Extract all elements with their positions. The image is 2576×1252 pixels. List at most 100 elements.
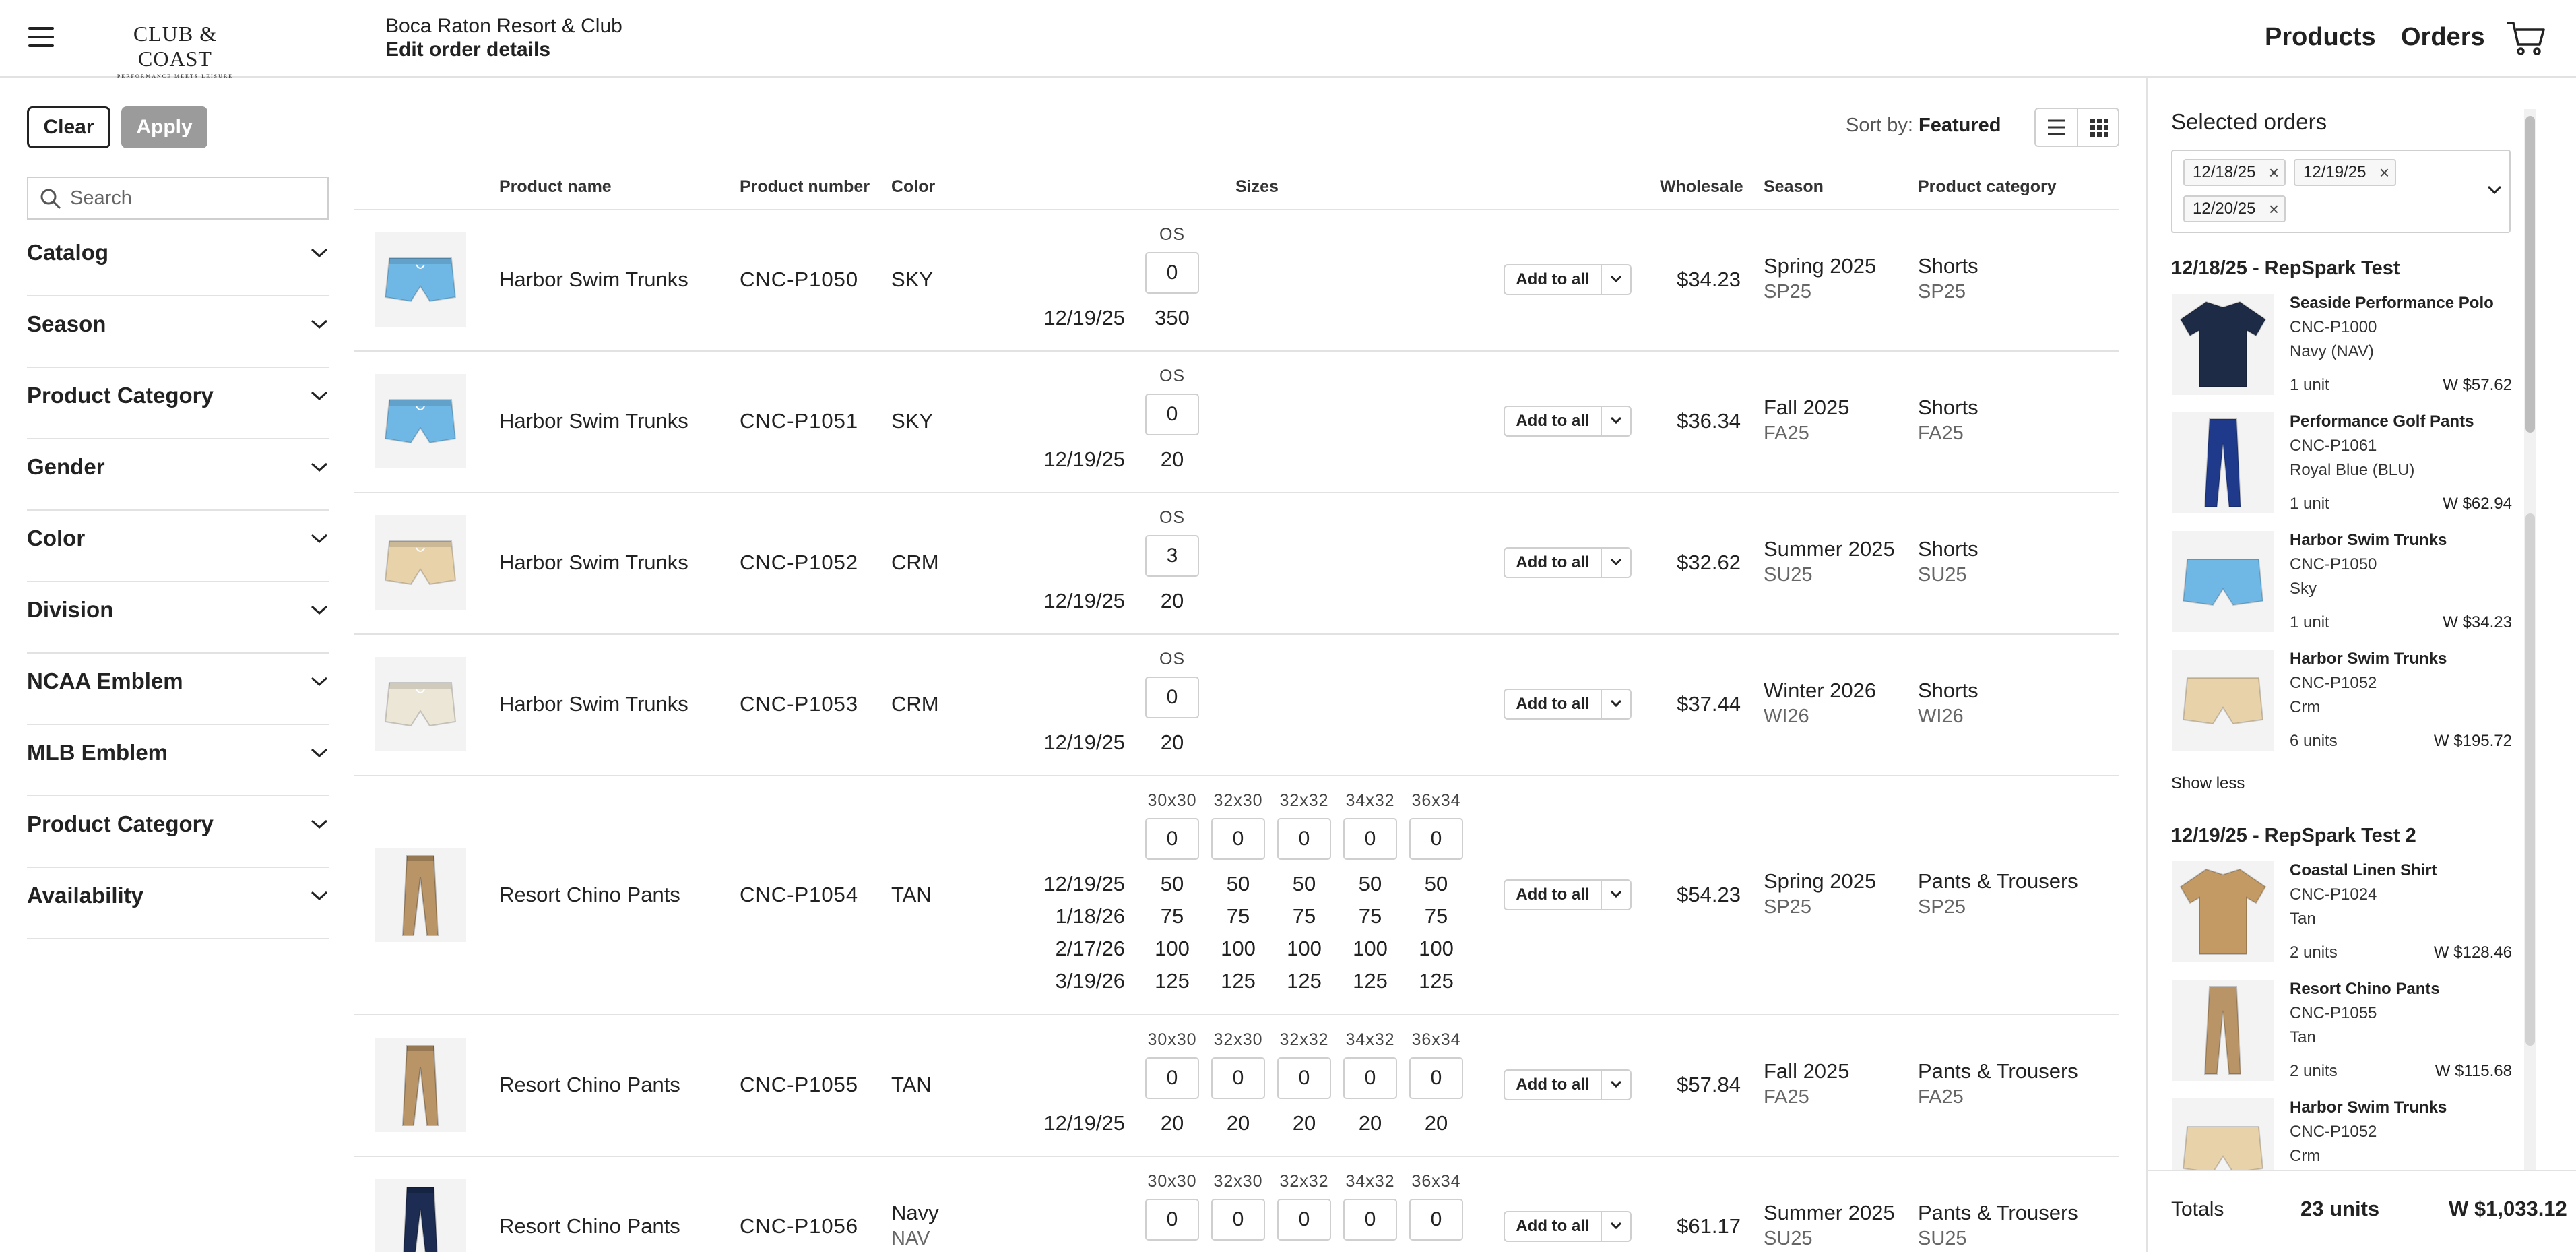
product-thumbnail[interactable] <box>375 1179 466 1252</box>
order-group-title[interactable]: 12/19/25 - RepSpark Test 2 <box>2171 825 2416 847</box>
product-name[interactable]: Resort Chino Pants <box>499 1073 680 1097</box>
product-thumbnail[interactable] <box>375 374 466 468</box>
quantity-input[interactable] <box>1145 1057 1199 1099</box>
facet-label: Gender <box>27 454 105 479</box>
quantity-input[interactable] <box>1409 818 1463 860</box>
filter-facet[interactable]: Color <box>27 511 329 582</box>
product-thumbnail[interactable] <box>375 847 466 942</box>
order-item-thumbnail[interactable] <box>2172 531 2274 632</box>
order-item-thumbnail[interactable] <box>2172 412 2274 513</box>
cart-icon[interactable] <box>2506 19 2546 57</box>
quantity-input[interactable] <box>1409 1199 1463 1241</box>
product-thumbnail[interactable] <box>375 232 466 327</box>
apply-filters-button[interactable]: Apply <box>121 106 207 148</box>
panel-scrollbar[interactable] <box>2524 109 2536 1170</box>
quantity-input[interactable] <box>1145 1199 1199 1241</box>
add-to-all-button[interactable]: Add to all <box>1505 690 1601 718</box>
nav-products-link[interactable]: Products <box>2265 23 2376 52</box>
order-chip[interactable]: 12/18/25 × <box>2183 159 2286 186</box>
order-group-title[interactable]: 12/18/25 - RepSpark Test <box>2171 257 2400 280</box>
product-name[interactable]: Harbor Swim Trunks <box>499 409 688 433</box>
filter-facet[interactable]: Product Category <box>27 368 329 439</box>
filter-facet[interactable]: Season <box>27 296 329 368</box>
quantity-input[interactable] <box>1409 1057 1463 1099</box>
product-name[interactable]: Resort Chino Pants <box>499 1214 680 1239</box>
filter-facet[interactable]: Availability <box>27 868 329 939</box>
order-selector[interactable]: 12/18/25 × 12/19/25 × 12/20/25 × <box>2171 150 2511 233</box>
add-to-all-button[interactable]: Add to all <box>1505 881 1601 909</box>
product-thumbnail[interactable] <box>375 515 466 610</box>
add-to-all-button[interactable]: Add to all <box>1505 1071 1601 1099</box>
chevron-down-icon[interactable] <box>2486 185 2503 195</box>
filter-facet[interactable]: MLB Emblem <box>27 725 329 796</box>
order-item-thumbnail[interactable] <box>2172 294 2274 395</box>
add-to-all-button[interactable]: Add to all <box>1505 265 1601 294</box>
list-view-icon[interactable] <box>2036 109 2078 146</box>
remove-chip-icon[interactable]: × <box>2269 197 2279 221</box>
quantity-input[interactable] <box>1211 818 1265 860</box>
column-header-wholesale[interactable]: Wholesale <box>1660 177 1743 197</box>
quantity-input[interactable] <box>1145 252 1199 294</box>
order-item-name[interactable]: Seaside Performance Polo <box>2290 294 2494 313</box>
clear-filters-button[interactable]: Clear <box>27 106 110 148</box>
show-less-link[interactable]: Show less <box>2171 774 2245 793</box>
menu-icon[interactable] <box>28 27 54 47</box>
quantity-input[interactable] <box>1145 818 1199 860</box>
column-header-season[interactable]: Season <box>1764 177 1824 197</box>
quantity-input[interactable] <box>1343 1057 1397 1099</box>
filter-facet[interactable]: Product Category <box>27 796 329 868</box>
quantity-input[interactable] <box>1211 1199 1265 1241</box>
order-item-thumbnail[interactable] <box>2172 980 2274 1081</box>
column-header-category[interactable]: Product category <box>1918 177 2057 197</box>
grid-view-icon[interactable] <box>2078 109 2120 146</box>
quantity-input[interactable] <box>1145 535 1199 577</box>
product-name[interactable]: Harbor Swim Trunks <box>499 268 688 292</box>
add-to-all-button[interactable]: Add to all <box>1505 549 1601 577</box>
product-thumbnail[interactable] <box>375 657 466 751</box>
size-label: 32x30 <box>1213 1172 1263 1191</box>
season-name: Spring 2025 <box>1764 869 1877 893</box>
quantity-input[interactable] <box>1145 677 1199 718</box>
product-color: SKY <box>891 268 934 291</box>
filter-facet[interactable]: Division <box>27 582 329 654</box>
product-name[interactable]: Harbor Swim Trunks <box>499 551 688 575</box>
order-item-name[interactable]: Harbor Swim Trunks <box>2290 531 2447 550</box>
product-name[interactable]: Resort Chino Pants <box>499 883 680 907</box>
column-header-color[interactable]: Color <box>891 177 935 197</box>
order-item-name[interactable]: Harbor Swim Trunks <box>2290 650 2447 668</box>
filter-facet[interactable]: NCAA Emblem <box>27 654 329 725</box>
brand-logo[interactable]: CLUB & COAST PERFORMANCE MEETS LEISURE <box>101 22 249 80</box>
quantity-input[interactable] <box>1145 394 1199 435</box>
facet-label: Product Category <box>27 383 214 408</box>
add-to-all-button[interactable]: Add to all <box>1505 407 1601 435</box>
quantity-input[interactable] <box>1277 1199 1331 1241</box>
add-to-all-button[interactable]: Add to all <box>1505 1212 1601 1241</box>
order-item-name[interactable]: Harbor Swim Trunks <box>2290 1098 2447 1117</box>
order-item-name[interactable]: Coastal Linen Shirt <box>2290 861 2437 880</box>
order-item-thumbnail[interactable] <box>2172 861 2274 962</box>
remove-chip-icon[interactable]: × <box>2379 160 2389 185</box>
quantity-input[interactable] <box>1343 818 1397 860</box>
remove-chip-icon[interactable]: × <box>2269 160 2279 185</box>
column-header-number[interactable]: Product number <box>740 177 870 197</box>
filter-facet[interactable]: Catalog <box>27 225 329 296</box>
order-item-units: 6 units <box>2290 732 2338 750</box>
quantity-input[interactable] <box>1277 818 1331 860</box>
order-item-name[interactable]: Resort Chino Pants <box>2290 980 2440 999</box>
filter-facet[interactable]: Gender <box>27 439 329 511</box>
nav-orders-link[interactable]: Orders <box>2401 23 2485 52</box>
sort-control[interactable]: Sort by: Featured <box>1846 115 2001 137</box>
order-item-name[interactable]: Performance Golf Pants <box>2290 412 2474 431</box>
quantity-input[interactable] <box>1211 1057 1265 1099</box>
order-item-price: W $34.23 <box>2443 613 2512 631</box>
category-name: Shorts <box>1918 679 1978 702</box>
order-chip[interactable]: 12/19/25 × <box>2294 159 2396 186</box>
quantity-input[interactable] <box>1343 1199 1397 1241</box>
order-item-thumbnail[interactable] <box>2172 650 2274 751</box>
product-thumbnail[interactable] <box>375 1038 466 1132</box>
quantity-input[interactable] <box>1277 1057 1331 1099</box>
product-name[interactable]: Harbor Swim Trunks <box>499 692 688 716</box>
search-input[interactable] <box>70 185 319 212</box>
order-chip[interactable]: 12/20/25 × <box>2183 195 2286 222</box>
column-header-name[interactable]: Product name <box>499 177 612 197</box>
